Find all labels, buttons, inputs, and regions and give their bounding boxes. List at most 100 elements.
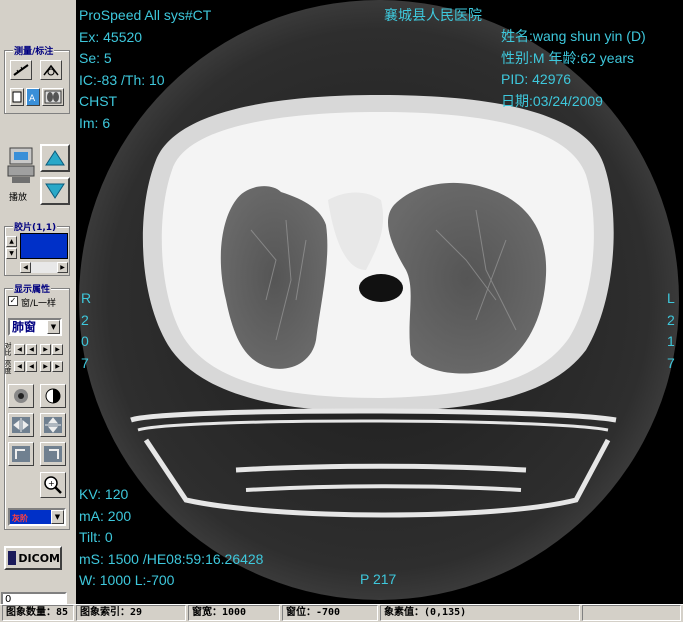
- brightness-decrease[interactable]: ◀: [26, 361, 37, 372]
- same-window-label: 窗/L一样: [21, 299, 57, 309]
- overlay-top-left: ProSpeed All sys#CT Ex: 45520 Se: 5 IC:-…: [79, 5, 211, 134]
- status-image-count: 图象数量：85: [2, 605, 74, 621]
- zoom-button[interactable]: +: [40, 472, 66, 498]
- film-scroll-left[interactable]: ◀: [20, 262, 31, 273]
- overlay-tilt: Tilt: 0: [79, 529, 113, 545]
- orient-left-digit-2: 0: [81, 333, 89, 349]
- trachea: [359, 274, 403, 302]
- film-preview[interactable]: [20, 233, 68, 259]
- overlay-window: W: 1000 L:-700: [79, 572, 175, 588]
- orient-right-digit-3: 7: [667, 354, 675, 371]
- overlay-kv: KV: 120: [79, 486, 129, 502]
- brightness-label: 亮度: [4, 360, 12, 374]
- color-map-select[interactable]: 灰阶 ▼: [8, 508, 66, 526]
- window-preset-select[interactable]: 肺窗 ▼: [8, 318, 62, 336]
- flip-vertical-icon: [44, 417, 62, 433]
- status-window-level: 窗位：-700: [282, 605, 378, 621]
- text-icon: A: [29, 94, 36, 103]
- same-window-checkbox[interactable]: ✓: [8, 296, 18, 306]
- ct-image-viewport[interactable]: ProSpeed All sys#CT Ex: 45520 Se: 5 IC:-…: [76, 0, 683, 604]
- left-toolbar: 测量/标注 A 播放 胶片(1,1) ▲ ▼ ◀ ▶ 显示属性 ✓ 窗/L一样 …: [0, 0, 76, 608]
- flip-horizontal-icon: [12, 417, 30, 433]
- film-group-title: 胶片(1,1): [13, 220, 58, 233]
- display-group-title: 显示属性: [13, 282, 52, 295]
- overlay-date: 日期:03/24/2009: [501, 92, 603, 109]
- orient-right-letter: L: [667, 290, 675, 306]
- contrast-label: 对比: [4, 342, 12, 356]
- status-image-index: 图象索引：29: [76, 605, 186, 621]
- overlay-image-number: Im: 6: [79, 114, 111, 131]
- hand-pan-icon: [14, 389, 28, 403]
- color-map-value: 灰阶: [12, 514, 28, 523]
- dicom-icon: [8, 551, 17, 565]
- pan-button[interactable]: [8, 384, 34, 408]
- rectangle-icon: [12, 91, 22, 103]
- status-bar: 图象数量：85 图象索引：29 窗宽：1000 窗位：-700 象素值：(0,1…: [0, 604, 683, 622]
- brightness-increase[interactable]: ▶: [40, 361, 51, 372]
- rotate-right-button[interactable]: [40, 442, 66, 466]
- orient-left-digit-1: 2: [81, 311, 89, 328]
- film-scroll-down[interactable]: ▼: [6, 248, 17, 259]
- svg-text:A: A: [29, 94, 36, 103]
- overlay-exam: Ex: 45520: [79, 28, 143, 45]
- invert-icon: [45, 388, 61, 404]
- angle-tool-button[interactable]: [40, 60, 62, 80]
- down-arrow-icon: [45, 183, 65, 199]
- dicom-label: DICOM: [18, 551, 60, 565]
- dropdown-arrow-icon: ▼: [51, 510, 64, 524]
- overlay-ma: mA: 200: [79, 507, 132, 524]
- contrast-decrease[interactable]: ◀: [26, 344, 37, 355]
- overlay-left-orientation: R 2 0 7: [81, 288, 91, 374]
- orient-left-letter: R: [81, 290, 92, 306]
- status-empty: [582, 605, 681, 621]
- window-preset-value: 肺窗: [12, 320, 37, 334]
- next-image-button[interactable]: [40, 177, 70, 205]
- ruler-tool-button[interactable]: [10, 60, 32, 80]
- status-window-width: 窗宽：1000: [188, 605, 280, 621]
- flip-horizontal-button[interactable]: [8, 413, 34, 437]
- previous-image-button[interactable]: [40, 144, 70, 172]
- film-scroll-up[interactable]: ▲: [6, 236, 17, 247]
- status-pixel-value: 象素值：(0,135): [380, 605, 580, 621]
- thumbnail-tool-button[interactable]: [42, 88, 64, 106]
- angle-icon: [43, 64, 59, 76]
- overlay-right-orientation: L 2 1 7: [667, 288, 675, 374]
- overlay-hospital: 襄城县人民医院: [384, 7, 482, 23]
- orient-right-digit-1: 2: [667, 311, 675, 328]
- invert-button[interactable]: [40, 384, 66, 408]
- overlay-region: CHST: [79, 93, 118, 109]
- contrast-increase-fast[interactable]: ▶: [52, 344, 63, 355]
- contrast-increase[interactable]: ▶: [40, 344, 51, 355]
- ruler-icon: [13, 64, 29, 76]
- orient-left-digit-3: 7: [81, 354, 89, 371]
- rect-annotate-button[interactable]: [10, 88, 24, 106]
- rotate-right-icon: [44, 446, 62, 462]
- film-scroll-right[interactable]: ▶: [57, 262, 68, 273]
- brightness-decrease-fast[interactable]: ◀: [14, 361, 25, 372]
- up-arrow-icon: [45, 150, 65, 166]
- svg-text:+: +: [48, 479, 55, 488]
- overlay-sex-age: 性别:M 年龄:62 years: [501, 49, 635, 66]
- overlay-ms: mS: 1500 /HE08:59:16.26428: [79, 550, 264, 567]
- overlay-patient-name: 姓名:wang shun yin (D): [501, 28, 646, 44]
- chest-image-icon: [44, 90, 62, 104]
- scanner-play-button[interactable]: 播放: [6, 146, 36, 203]
- scanner-icon: [7, 147, 35, 183]
- measure-group-title: 测量/标注: [13, 44, 55, 57]
- rotate-left-button[interactable]: [8, 442, 34, 466]
- rotate-left-icon: [12, 446, 30, 462]
- overlay-series: Se: 5: [79, 50, 112, 66]
- flip-vertical-button[interactable]: [40, 413, 66, 437]
- overlay-top-right: 姓名:wang shun yin (D) 性别:M 年龄:62 years PI…: [501, 26, 646, 112]
- overlay-ic-th: IC:-83 /Th: 10: [79, 71, 165, 88]
- text-annotate-button[interactable]: A: [26, 88, 40, 106]
- magnifier-icon: +: [44, 476, 62, 494]
- film-scroll-track[interactable]: [31, 262, 57, 273]
- dicom-button[interactable]: DICOM: [4, 546, 62, 570]
- overlay-system: ProSpeed All sys#CT: [79, 7, 212, 23]
- contrast-decrease-fast[interactable]: ◀: [14, 344, 25, 355]
- brightness-increase-fast[interactable]: ▶: [52, 361, 63, 372]
- play-label: 播放: [9, 193, 28, 203]
- overlay-pid: PID: 42976: [501, 71, 572, 87]
- overlay-position: P 217: [360, 571, 397, 587]
